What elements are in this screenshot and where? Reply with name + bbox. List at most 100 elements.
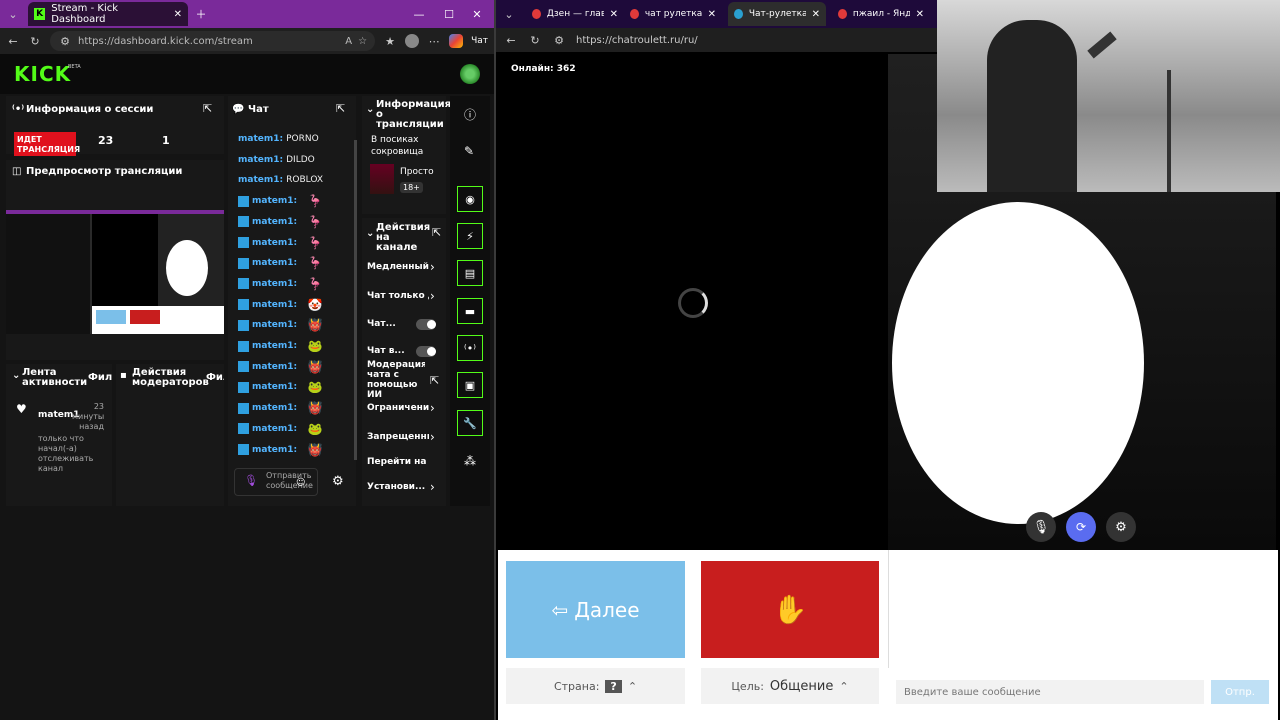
chat-username[interactable]: matem1: (238, 175, 283, 185)
chat-popout-icon[interactable]: ⇱ (336, 102, 345, 115)
mic-icon[interactable]: 🎙 (244, 474, 258, 487)
emote-icon: 🦩 (307, 256, 323, 271)
favorites-icon[interactable]: ★ (383, 34, 397, 48)
browser-tab-bar: ⌄ K Stream - Kick Dashboard ✕ ＋ — ☐ ✕ (0, 0, 494, 28)
chat-username[interactable]: matem1: (238, 155, 283, 165)
tab-title: пжаил - Яндекс (852, 9, 910, 19)
back-arrow-icon[interactable]: ← (504, 33, 518, 47)
send-button[interactable]: Отпр. (1211, 680, 1269, 704)
close-tab-icon[interactable]: ✕ (708, 9, 716, 20)
close-window-icon[interactable]: ✕ (470, 7, 484, 21)
chat-bubble-icon: 💬 (232, 104, 245, 115)
toggle-switch[interactable] (416, 346, 436, 357)
chevron-right-icon[interactable]: › (430, 480, 435, 494)
close-tab-icon[interactable]: ✕ (174, 9, 182, 20)
site-info-icon[interactable]: ⚙ (552, 33, 566, 47)
copilot-icon[interactable] (449, 34, 464, 48)
screen-capture-icon[interactable]: ◉ (457, 186, 483, 212)
notes-icon[interactable]: ▤ (457, 260, 483, 286)
camera-icon[interactable]: ▣ (457, 372, 483, 398)
chevron-right-icon[interactable]: › (430, 401, 435, 415)
chat-username[interactable]: matem1: (252, 279, 297, 289)
toggle-switch[interactable] (416, 319, 436, 330)
chat-username[interactable]: matem1: (252, 320, 297, 330)
channel-action-item[interactable]: Запрещенны (367, 432, 429, 442)
camera-switch-icon[interactable]: ⟳ (1066, 512, 1096, 542)
chat-icon[interactable]: ▬ (457, 298, 483, 324)
chat-username[interactable]: matem1: (252, 403, 297, 413)
channel-action-item[interactable]: Чат только д (367, 291, 429, 301)
site-favicon-icon (734, 9, 743, 19)
message-input[interactable]: Введите ваше сообщение (896, 680, 1204, 704)
back-arrow-icon[interactable]: ← (6, 34, 20, 48)
chat-username[interactable]: matem1: (238, 134, 283, 144)
chat-settings-gear-icon[interactable]: ⚙ (332, 474, 344, 489)
channel-action-item[interactable]: Ограничени (367, 403, 429, 413)
chat-username[interactable]: matem1: (252, 382, 297, 392)
ai-moderation-popout-icon[interactable]: ⇱ (430, 374, 439, 387)
browser-tab[interactable]: Дзен — главная с ✕ (526, 2, 624, 26)
tab-kick-dashboard[interactable]: K Stream - Kick Dashboard ✕ (28, 2, 188, 26)
kick-logo[interactable]: KICK (14, 62, 71, 86)
url-field[interactable]: ⚙ https://dashboard.kick.com/stream A ☆ (50, 31, 376, 51)
close-tab-icon[interactable]: ✕ (812, 9, 820, 20)
reload-icon[interactable]: ↻ (528, 33, 542, 47)
new-tab-icon[interactable]: ＋ (194, 7, 208, 21)
chevron-right-icon[interactable]: › (430, 430, 435, 444)
chat-username[interactable]: matem1: (252, 217, 297, 227)
session-info-title: Информация о сессии (26, 104, 154, 115)
emoji-icon[interactable]: ☺ (296, 478, 305, 488)
activity-filter[interactable]: Фильт (88, 372, 112, 383)
chat-username[interactable]: matem1: (252, 196, 297, 206)
chat-username[interactable]: matem1: (252, 362, 297, 372)
chat-message: matem1: DILDO (238, 151, 315, 169)
user-avatar[interactable] (460, 64, 480, 84)
tab-menu-chevron-icon[interactable]: ⌄ (6, 7, 20, 21)
info-icon[interactable]: ⓘ (464, 106, 476, 123)
goal-selector[interactable]: Цель: Общение ⌃ (701, 668, 879, 704)
broadcast-icon[interactable]: ⁽•⁾ (457, 335, 483, 361)
next-button[interactable]: ⇦ Далее (506, 561, 685, 658)
tab-menu-chevron-icon[interactable]: ⌄ (502, 7, 516, 21)
chat-tab-cut[interactable]: Чат (471, 36, 488, 46)
popout-icon[interactable]: ⇱ (203, 102, 212, 115)
chevron-right-icon[interactable]: › (430, 260, 435, 274)
country-selector[interactable]: Страна: ? ⌃ (506, 668, 685, 704)
lightning-icon[interactable]: ⚡ (457, 223, 483, 249)
browser-tab[interactable]: Чат-рулетка ✕ (728, 2, 826, 26)
read-aloud-icon[interactable]: A (345, 36, 352, 47)
more-menu-icon[interactable]: ⋯ (427, 34, 441, 48)
minimize-icon[interactable]: — (412, 7, 426, 21)
maximize-icon[interactable]: ☐ (442, 7, 456, 21)
channel-action-item[interactable]: Установи... (367, 482, 429, 492)
chat-username[interactable]: matem1: (252, 424, 297, 434)
profile-avatar[interactable] (405, 34, 420, 48)
channel-action-item[interactable]: Модерация чата с помощью ИИ (367, 360, 425, 400)
chat-username[interactable]: matem1: (252, 445, 297, 455)
stream-preview-thumbnail[interactable] (6, 210, 224, 334)
browser-tab[interactable]: пжаил - Яндекс ✕ (832, 2, 930, 26)
chat-scrollbar[interactable] (354, 140, 357, 460)
channel-action-item[interactable]: Медленный (367, 262, 429, 272)
wrench-icon[interactable]: 🔧 (457, 410, 483, 436)
stop-hand-button[interactable]: ✋ (701, 561, 879, 658)
edit-pencil-icon[interactable]: ✎ (464, 144, 474, 158)
close-tab-icon[interactable]: ✕ (610, 9, 618, 20)
channel-actions-popout-icon[interactable]: ⇱ (432, 226, 441, 239)
site-info-icon[interactable]: ⚙ (58, 34, 72, 48)
chevron-right-icon[interactable]: › (430, 289, 435, 303)
browser-tab[interactable]: чат рулетка — Янд ✕ (624, 2, 722, 26)
share-nodes-icon[interactable]: ⁂ (464, 454, 476, 468)
close-tab-icon[interactable]: ✕ (916, 9, 924, 20)
chat-username[interactable]: matem1: (252, 258, 297, 268)
chat-username[interactable]: matem1: (252, 238, 297, 248)
channel-action-item[interactable]: Перейти на канал (367, 457, 429, 467)
favorite-star-icon[interactable]: ☆ (358, 36, 367, 47)
mod-actions-filter[interactable]: Фил (206, 372, 224, 383)
chat-username[interactable]: matem1: (252, 300, 297, 310)
kick-badge-icon (238, 444, 249, 455)
settings-gear-icon[interactable]: ⚙ (1106, 512, 1136, 542)
chat-username[interactable]: matem1: (252, 341, 297, 351)
reload-icon[interactable]: ↻ (28, 34, 42, 48)
microphone-icon[interactable]: 🎙 (1026, 512, 1056, 542)
